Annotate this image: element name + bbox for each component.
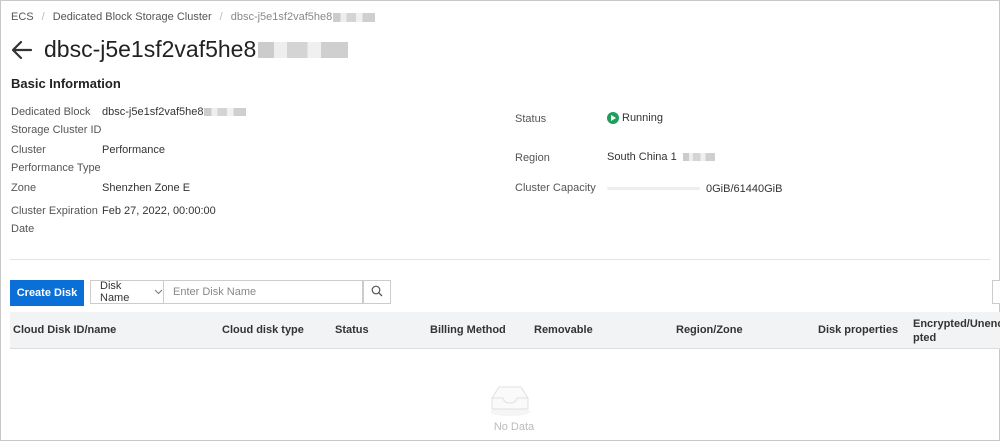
page-title: dbsc-j5e1sf2vaf5he8 [44,36,349,63]
breadcrumb-separator: / [41,11,45,23]
breadcrumb: ECS / Dedicated Block Storage Cluster / … [11,11,376,23]
column-encrypted: Encrypted/Unencry pted [913,318,1000,344]
cluster-capacity-label: Cluster Capacity [515,182,596,194]
running-status-icon [607,112,619,125]
breadcrumb-current: dbsc-j5e1sf2vaf5he8 [231,11,376,23]
settings-button[interactable] [992,280,1000,304]
column-region-zone: Region/Zone [676,324,743,336]
zone-label: Zone [11,182,37,194]
empty-state-text: No Data [493,421,535,433]
zone-value: Shenzhen Zone E [102,182,191,194]
redacted-blur [258,41,349,58]
column-cloud-disk-type: Cloud disk type [222,324,304,336]
filter-field-select[interactable]: Disk Name [90,280,164,304]
back-arrow-icon[interactable] [10,38,34,62]
region-label: Region [515,152,550,164]
status-text: Running [622,112,663,124]
status-value: Running [607,110,663,126]
column-cloud-disk-id: Cloud Disk ID/name [13,324,117,336]
breadcrumb-separator: / [219,11,223,23]
page-frame [0,0,1000,441]
redacted-blur [682,153,715,162]
capacity-progress-bar [607,187,700,190]
section-title-basic-information: Basic Information [11,76,121,91]
status-label: Status [515,113,547,125]
redacted-blur [333,12,376,22]
breadcrumb-ecs[interactable]: ECS [11,11,34,23]
section-divider [10,259,990,260]
cluster-id-value: dbsc-j5e1sf2vaf5he8 [102,104,246,120]
performance-type-value: Performance [102,144,165,156]
search-icon [371,285,383,300]
create-disk-button[interactable]: Create Disk [10,280,84,306]
search-button[interactable] [363,280,391,304]
cluster-capacity-value: 0GiB/61440GiB [706,183,783,195]
redacted-blur [203,108,246,117]
performance-type-label: Cluster Performance Type [11,144,101,174]
column-removable: Removable [534,324,593,336]
expiration-date-value: Feb 27, 2022, 00:00:00 [102,205,216,217]
page-header: dbsc-j5e1sf2vaf5he8 [10,36,349,63]
region-value: South China 1 [607,149,715,165]
cluster-id-label: Dedicated Block Storage Cluster ID [11,106,102,136]
expiration-date-label: Cluster Expiration Date [11,205,98,235]
column-disk-properties: Disk properties [818,324,899,336]
table-header: Cloud Disk ID/name Cloud disk type Statu… [10,312,1000,349]
empty-inbox-icon [480,378,540,421]
column-status: Status [335,324,369,336]
column-billing-method: Billing Method [430,324,506,336]
disk-name-search-input[interactable] [164,280,363,304]
breadcrumb-dedicated-block-storage-cluster[interactable]: Dedicated Block Storage Cluster [53,11,212,23]
filter-field-label: Disk Name [100,280,130,304]
chevron-down-icon [154,286,163,298]
